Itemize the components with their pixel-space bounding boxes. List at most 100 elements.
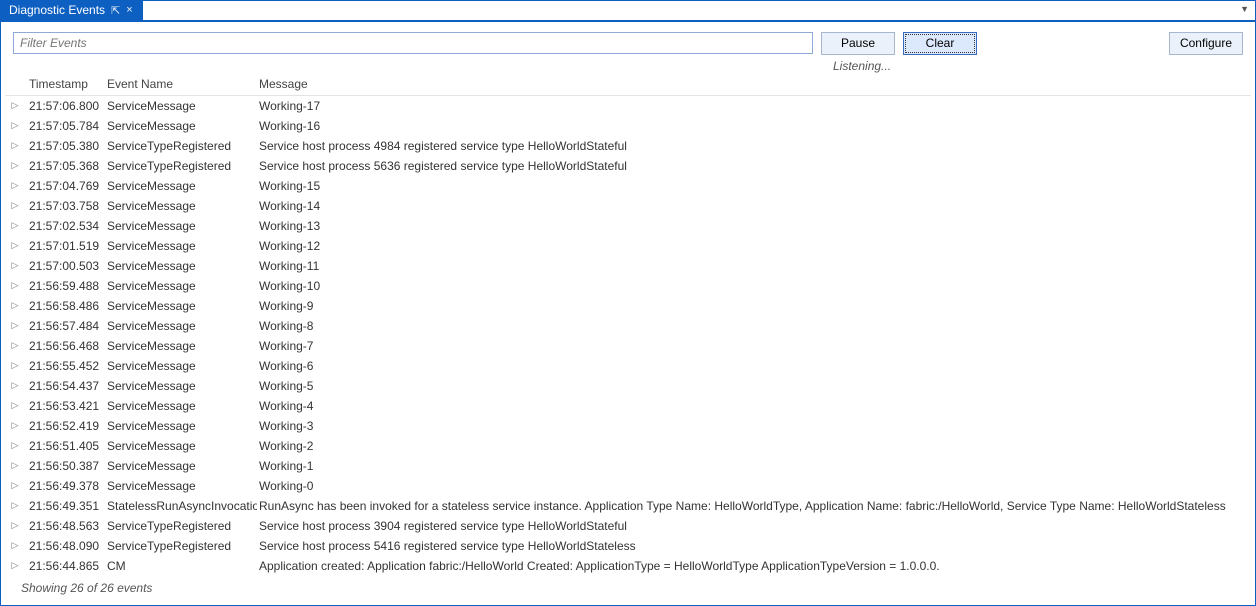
cell-timestamp: 21:57:05.784 — [27, 116, 105, 136]
cell-event-name: ServiceMessage — [105, 396, 257, 416]
table-row[interactable]: ▷21:56:44.865CMApplication created: Appl… — [5, 556, 1251, 575]
table-row[interactable]: ▷21:57:05.380ServiceTypeRegisteredServic… — [5, 136, 1251, 156]
expand-icon[interactable]: ▷ — [5, 316, 27, 336]
pause-button[interactable]: Pause — [821, 32, 895, 55]
table-row[interactable]: ▷21:57:03.758ServiceMessageWorking-14 — [5, 196, 1251, 216]
cell-event-name: ServiceMessage — [105, 336, 257, 356]
table-row[interactable]: ▷21:57:06.800ServiceMessageWorking-17 — [5, 95, 1251, 116]
cell-message: Working-9 — [257, 296, 1251, 316]
cell-timestamp: 21:56:51.405 — [27, 436, 105, 456]
expand-icon[interactable]: ▷ — [5, 356, 27, 376]
expand-icon[interactable]: ▷ — [5, 216, 27, 236]
table-row[interactable]: ▷21:56:57.484ServiceMessageWorking-8 — [5, 316, 1251, 336]
close-icon[interactable]: × — [126, 4, 132, 16]
table-row[interactable]: ▷21:56:55.452ServiceMessageWorking-6 — [5, 356, 1251, 376]
cell-message: Service host process 5416 registered ser… — [257, 536, 1251, 556]
table-row[interactable]: ▷21:56:59.488ServiceMessageWorking-10 — [5, 276, 1251, 296]
table-row[interactable]: ▷21:56:48.563ServiceTypeRegisteredServic… — [5, 516, 1251, 536]
cell-message: Working-15 — [257, 176, 1251, 196]
table-row[interactable]: ▷21:57:05.784ServiceMessageWorking-16 — [5, 116, 1251, 136]
filter-input[interactable] — [13, 32, 813, 54]
cell-event-name: ServiceMessage — [105, 296, 257, 316]
cell-timestamp: 21:56:57.484 — [27, 316, 105, 336]
cell-event-name: ServiceMessage — [105, 216, 257, 236]
table-row[interactable]: ▷21:56:51.405ServiceMessageWorking-2 — [5, 436, 1251, 456]
expand-icon[interactable]: ▷ — [5, 276, 27, 296]
panel-title: Diagnostic Events — [9, 3, 105, 17]
cell-timestamp: 21:57:04.769 — [27, 176, 105, 196]
expand-icon[interactable]: ▷ — [5, 416, 27, 436]
table-row[interactable]: ▷21:56:48.090ServiceTypeRegisteredServic… — [5, 536, 1251, 556]
cell-message: Working-5 — [257, 376, 1251, 396]
expand-icon[interactable]: ▷ — [5, 156, 27, 176]
expand-icon[interactable]: ▷ — [5, 116, 27, 136]
cell-event-name: ServiceMessage — [105, 196, 257, 216]
cell-message: Working-6 — [257, 356, 1251, 376]
footer-status: Showing 26 of 26 events — [1, 575, 1255, 605]
menu-caret-icon[interactable]: ▼ — [1240, 4, 1249, 14]
table-row[interactable]: ▷21:56:49.351StatelessRunAsyncInvocation… — [5, 496, 1251, 516]
cell-timestamp: 21:56:44.865 — [27, 556, 105, 575]
table-row[interactable]: ▷21:57:01.519ServiceMessageWorking-12 — [5, 236, 1251, 256]
configure-button[interactable]: Configure — [1169, 32, 1243, 55]
table-row[interactable]: ▷21:56:52.419ServiceMessageWorking-3 — [5, 416, 1251, 436]
expand-icon[interactable]: ▷ — [5, 556, 27, 575]
panel-tab[interactable]: Diagnostic Events ⇱ × — [1, 1, 143, 20]
cell-message: Working-2 — [257, 436, 1251, 456]
expand-icon[interactable]: ▷ — [5, 95, 27, 116]
cell-event-name: ServiceMessage — [105, 236, 257, 256]
cell-event-name: ServiceMessage — [105, 95, 257, 116]
col-message[interactable]: Message — [257, 73, 1251, 96]
expand-icon[interactable]: ▷ — [5, 396, 27, 416]
cell-timestamp: 21:56:48.090 — [27, 536, 105, 556]
expand-icon[interactable]: ▷ — [5, 256, 27, 276]
table-row[interactable]: ▷21:57:02.534ServiceMessageWorking-13 — [5, 216, 1251, 236]
cell-timestamp: 21:56:55.452 — [27, 356, 105, 376]
expand-icon[interactable]: ▷ — [5, 376, 27, 396]
cell-timestamp: 21:57:05.368 — [27, 156, 105, 176]
table-row[interactable]: ▷21:57:05.368ServiceTypeRegisteredServic… — [5, 156, 1251, 176]
cell-timestamp: 21:57:00.503 — [27, 256, 105, 276]
expand-icon[interactable]: ▷ — [5, 456, 27, 476]
table-row[interactable]: ▷21:56:58.486ServiceMessageWorking-9 — [5, 296, 1251, 316]
expand-icon[interactable]: ▷ — [5, 536, 27, 556]
pin-icon[interactable]: ⇱ — [111, 4, 120, 17]
cell-event-name: ServiceMessage — [105, 256, 257, 276]
clear-button[interactable]: Clear — [903, 32, 977, 55]
col-timestamp[interactable]: Timestamp — [27, 73, 105, 96]
cell-message: Working-10 — [257, 276, 1251, 296]
expand-icon[interactable]: ▷ — [5, 336, 27, 356]
titlebar: Diagnostic Events ⇱ × ▼ — [1, 1, 1255, 22]
events-table: Timestamp Event Name Message ▷21:57:06.8… — [5, 73, 1251, 575]
expand-icon[interactable]: ▷ — [5, 176, 27, 196]
table-row[interactable]: ▷21:57:00.503ServiceMessageWorking-11 — [5, 256, 1251, 276]
expand-icon[interactable]: ▷ — [5, 236, 27, 256]
col-event-name[interactable]: Event Name — [105, 73, 257, 96]
expand-icon[interactable]: ▷ — [5, 476, 27, 496]
expand-icon[interactable]: ▷ — [5, 436, 27, 456]
cell-message: Working-14 — [257, 196, 1251, 216]
expand-icon[interactable]: ▷ — [5, 296, 27, 316]
cell-message: Working-4 — [257, 396, 1251, 416]
table-header-row: Timestamp Event Name Message — [5, 73, 1251, 96]
cell-event-name: ServiceMessage — [105, 356, 257, 376]
cell-timestamp: 21:56:58.486 — [27, 296, 105, 316]
cell-event-name: ServiceTypeRegistered — [105, 136, 257, 156]
table-row[interactable]: ▷21:57:04.769ServiceMessageWorking-15 — [5, 176, 1251, 196]
cell-event-name: ServiceMessage — [105, 376, 257, 396]
cell-message: Working-17 — [257, 95, 1251, 116]
expand-icon[interactable]: ▷ — [5, 136, 27, 156]
cell-timestamp: 21:57:05.380 — [27, 136, 105, 156]
cell-event-name: ServiceTypeRegistered — [105, 536, 257, 556]
expand-icon[interactable]: ▷ — [5, 496, 27, 516]
table-row[interactable]: ▷21:56:54.437ServiceMessageWorking-5 — [5, 376, 1251, 396]
cell-message: Service host process 3904 registered ser… — [257, 516, 1251, 536]
cell-timestamp: 21:57:02.534 — [27, 216, 105, 236]
cell-event-name: ServiceMessage — [105, 436, 257, 456]
table-row[interactable]: ▷21:56:50.387ServiceMessageWorking-1 — [5, 456, 1251, 476]
table-row[interactable]: ▷21:56:56.468ServiceMessageWorking-7 — [5, 336, 1251, 356]
table-row[interactable]: ▷21:56:49.378ServiceMessageWorking-0 — [5, 476, 1251, 496]
expand-icon[interactable]: ▷ — [5, 516, 27, 536]
table-row[interactable]: ▷21:56:53.421ServiceMessageWorking-4 — [5, 396, 1251, 416]
expand-icon[interactable]: ▷ — [5, 196, 27, 216]
